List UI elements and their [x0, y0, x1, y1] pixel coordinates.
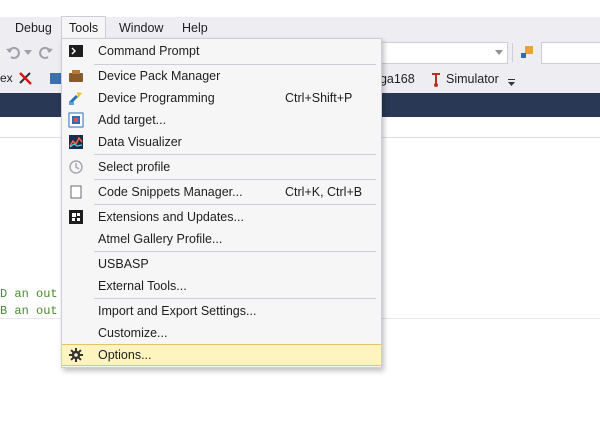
toolbar-overflow-icon[interactable] [507, 79, 516, 87]
screen-icon[interactable] [49, 70, 61, 87]
code-snippets-icon [70, 185, 82, 199]
solution-config-combo[interactable] [380, 42, 508, 64]
find-icon[interactable] [519, 44, 535, 60]
menu-item-data-visualizer[interactable]: Data Visualizer [62, 131, 381, 153]
menu-item-customize[interactable]: Customize... [62, 322, 381, 344]
menu-item-external-tools[interactable]: External Tools... [62, 275, 381, 297]
toolbar-separator [512, 43, 513, 62]
simulator-label[interactable]: Simulator [446, 72, 499, 86]
menu-separator [94, 251, 376, 252]
menu-debug[interactable]: Debug [8, 17, 59, 39]
chevron-down-icon [495, 50, 503, 55]
toolbar-partial-text: ex [0, 71, 13, 85]
menu-window[interactable]: Window [112, 17, 170, 39]
menu-item-add-target[interactable]: Add target... [62, 109, 381, 131]
add-target-icon [68, 112, 84, 128]
undo-icon[interactable] [5, 44, 21, 60]
find-input[interactable] [541, 42, 600, 64]
device-programming-icon [68, 92, 82, 105]
disconnect-icon[interactable] [17, 70, 34, 87]
menu-separator [94, 298, 376, 299]
menu-item-atmel-gallery-profile[interactable]: Atmel Gallery Profile... [62, 228, 381, 250]
menu-item-import-export-settings[interactable]: Import and Export Settings... [62, 300, 381, 322]
menu-separator [94, 179, 376, 180]
command-prompt-icon [69, 45, 83, 57]
select-profile-icon [69, 160, 83, 174]
menu-item-extensions-updates[interactable]: Extensions and Updates... [62, 206, 381, 228]
code-line: D an out [0, 287, 58, 301]
menu-item-code-snippets-manager[interactable]: Code Snippets Manager... Ctrl+K, Ctrl+B [62, 181, 381, 203]
undo-dropdown-icon[interactable] [24, 50, 32, 56]
menu-item-device-pack-manager[interactable]: Device Pack Manager [62, 65, 381, 87]
menu-item-usbasp[interactable]: USBASP [62, 253, 381, 275]
code-line: B an out [0, 304, 58, 318]
device-pack-icon [69, 70, 83, 82]
data-visualizer-icon [69, 135, 83, 149]
gear-icon [69, 348, 83, 362]
menu-tools[interactable]: Tools [61, 16, 107, 39]
extensions-icon [69, 210, 83, 224]
redo-icon[interactable] [38, 44, 54, 60]
menu-item-select-profile[interactable]: Select profile [62, 156, 381, 178]
tools-menu: Command Prompt Device Pack Manager Devic… [61, 38, 382, 368]
menu-item-command-prompt[interactable]: Command Prompt [62, 40, 381, 62]
simulator-icon [432, 73, 440, 87]
menu-help[interactable]: Help [175, 17, 215, 39]
menu-bar: Debug Tools Window Help [0, 16, 600, 39]
menu-separator [94, 204, 376, 205]
menu-separator [94, 154, 376, 155]
menu-item-options[interactable]: Options... [62, 344, 381, 366]
menu-item-device-programming[interactable]: Device Programming Ctrl+Shift+P [62, 87, 381, 109]
